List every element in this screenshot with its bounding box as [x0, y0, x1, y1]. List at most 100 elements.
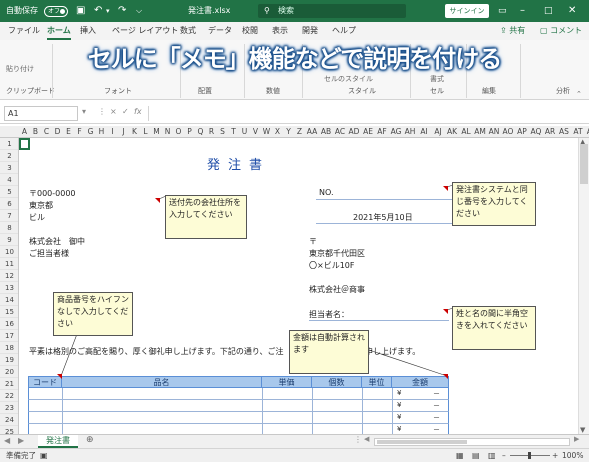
prev-sheet-icon[interactable]: ◀ [4, 436, 10, 445]
tab-help[interactable]: ヘルプ [332, 22, 356, 40]
column-header[interactable]: AI [417, 126, 431, 137]
column-header[interactable]: AK [445, 126, 459, 137]
more-options-icon[interactable]: ⋮ [354, 435, 362, 444]
column-header[interactable]: W [261, 126, 272, 137]
column-header[interactable]: AS [557, 126, 571, 137]
row-header[interactable]: 1 [0, 138, 18, 150]
note-indicator[interactable] [443, 186, 448, 191]
tab-insert[interactable]: 挿入 [80, 22, 96, 40]
macro-record-icon[interactable]: ▣ [40, 449, 48, 462]
column-header[interactable]: AC [333, 126, 347, 137]
next-sheet-icon[interactable]: ▶ [18, 436, 24, 445]
row-header[interactable]: 9 [0, 234, 18, 246]
table-row[interactable]: ¥ － [28, 424, 449, 434]
column-header[interactable]: AR [543, 126, 557, 137]
row-header[interactable]: 22 [0, 390, 18, 402]
row-header[interactable]: 24 [0, 414, 18, 426]
row-header[interactable]: 19 [0, 354, 18, 366]
row-header[interactable]: 10 [0, 246, 18, 258]
column-header[interactable]: AO [501, 126, 515, 137]
zoom-in-icon[interactable]: + [552, 449, 558, 462]
row-header[interactable]: 7 [0, 210, 18, 222]
zoom-slider-thumb[interactable] [528, 452, 531, 459]
cancel-icon[interactable]: × [110, 107, 117, 116]
column-header[interactable]: D [52, 126, 63, 137]
column-header[interactable]: E [63, 126, 74, 137]
sheet-tab-order[interactable]: 発注書 [38, 435, 78, 448]
row-header[interactable]: 2 [0, 150, 18, 162]
row-header[interactable]: 8 [0, 222, 18, 234]
column-header[interactable]: O [173, 126, 184, 137]
signin-button[interactable]: サインイン [445, 4, 489, 18]
column-header[interactable]: X [272, 126, 283, 137]
scroll-down-icon[interactable]: ▼ [580, 426, 585, 434]
column-header[interactable]: AN [487, 126, 501, 137]
tab-formulas[interactable]: 数式 [180, 22, 196, 40]
column-header[interactable]: AB [319, 126, 333, 137]
row-header[interactable]: 13 [0, 282, 18, 294]
note-indicator[interactable] [443, 309, 448, 314]
column-header[interactable]: AM [473, 126, 487, 137]
column-header[interactable]: AE [361, 126, 375, 137]
normal-view-icon[interactable]: ▦ [456, 449, 464, 462]
column-header[interactable]: N [162, 126, 173, 137]
tab-view[interactable]: 表示 [272, 22, 288, 40]
column-header[interactable]: AH [403, 126, 417, 137]
column-header[interactable]: S [217, 126, 228, 137]
column-header[interactable]: B [30, 126, 41, 137]
note-system-no[interactable]: 発注書システムと同じ番号を入力してください [452, 182, 536, 226]
hscroll-left-icon[interactable]: ◀ [364, 435, 369, 443]
column-header[interactable]: H [96, 126, 107, 137]
table-row[interactable]: ¥ － [28, 412, 449, 424]
name-box[interactable]: A1 [4, 106, 78, 121]
column-header[interactable]: AT [571, 126, 585, 137]
row-header[interactable]: 15 [0, 306, 18, 318]
tab-page-layout[interactable]: ページ レイアウト [112, 22, 178, 40]
note-amount[interactable]: 金額は自動計算されます [289, 330, 369, 374]
tab-review[interactable]: 校閲 [242, 22, 258, 40]
add-sheet-icon[interactable]: ⊕ [86, 435, 94, 445]
hscroll-thumb[interactable] [377, 440, 467, 444]
horizontal-scrollbar[interactable] [374, 438, 570, 446]
hscroll-right-icon[interactable]: ▶ [574, 435, 579, 443]
column-header[interactable]: AU [585, 126, 589, 137]
row-header[interactable]: 20 [0, 366, 18, 378]
undo-icon[interactable]: ↶ [94, 0, 102, 22]
column-header[interactable]: Z [294, 126, 305, 137]
row-header[interactable]: 11 [0, 258, 18, 270]
row-header[interactable]: 16 [0, 318, 18, 330]
column-header[interactable]: AD [347, 126, 361, 137]
note-address[interactable]: 送付先の会社住所を入力してください [165, 195, 247, 239]
column-header[interactable]: AP [515, 126, 529, 137]
scroll-thumb[interactable] [580, 144, 588, 184]
row-header[interactable]: 18 [0, 342, 18, 354]
column-header[interactable]: AA [305, 126, 319, 137]
redo-icon[interactable]: ↷ [118, 0, 126, 22]
row-header[interactable]: 17 [0, 330, 18, 342]
column-header[interactable]: K [129, 126, 140, 137]
row-header[interactable]: 12 [0, 270, 18, 282]
tab-file[interactable]: ファイル [8, 22, 40, 40]
row-header[interactable]: 3 [0, 162, 18, 174]
column-header[interactable]: AJ [431, 126, 445, 137]
zoom-out-icon[interactable]: – [502, 449, 506, 462]
column-header[interactable]: AQ [529, 126, 543, 137]
vertical-scrollbar[interactable]: ▲ ▼ [578, 138, 589, 434]
column-header[interactable]: AF [375, 126, 389, 137]
ribbon-display-icon[interactable]: ▭ [498, 0, 507, 22]
column-header[interactable]: L [140, 126, 151, 137]
zoom-level[interactable]: 100% [562, 449, 583, 462]
column-header[interactable]: M [151, 126, 162, 137]
qat-customize-icon[interactable]: ⌵ [136, 0, 142, 22]
minimize-icon[interactable]: – [520, 0, 525, 22]
column-header[interactable]: J [118, 126, 129, 137]
column-header[interactable]: AL [459, 126, 473, 137]
column-header[interactable]: A [19, 126, 30, 137]
namebox-dropdown-icon[interactable]: ▾ [82, 107, 86, 116]
column-header[interactable]: F [74, 126, 85, 137]
worksheet-grid[interactable]: 発注書 〒000-0000 東京都 ビル 株式会社 御中 ご担当者様 NO. 2… [19, 138, 578, 434]
column-header[interactable]: Y [283, 126, 294, 137]
note-name[interactable]: 姓と名の間に半角空きを入れてください [452, 306, 536, 350]
maximize-icon[interactable]: □ [544, 0, 553, 22]
save-icon[interactable]: ▣ [76, 0, 85, 22]
